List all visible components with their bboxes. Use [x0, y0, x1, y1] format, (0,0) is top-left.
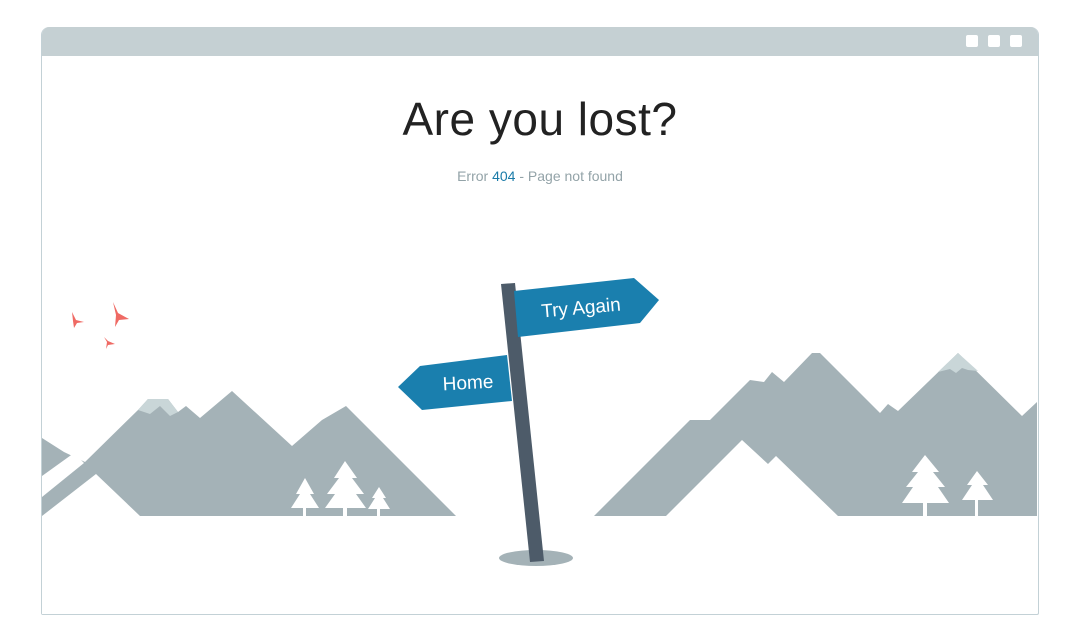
bird-icon: [113, 302, 129, 327]
page-title: Are you lost?: [402, 93, 678, 145]
home-sign-label: Home: [442, 372, 494, 396]
error-code: 404: [492, 168, 516, 184]
left-mountains: [42, 391, 462, 614]
home-sign-button[interactable]: Home: [398, 355, 512, 410]
bird-icon: [104, 337, 115, 349]
error-suffix: - Page not found: [519, 168, 623, 184]
try-again-sign-button[interactable]: Try Again: [514, 278, 659, 337]
bird-icon: [72, 312, 84, 328]
right-snowcap: [938, 353, 978, 373]
birds: [72, 302, 129, 349]
error-prefix: Error: [457, 168, 489, 184]
error-message: Error 404 - Page not found: [0, 168, 1080, 184]
